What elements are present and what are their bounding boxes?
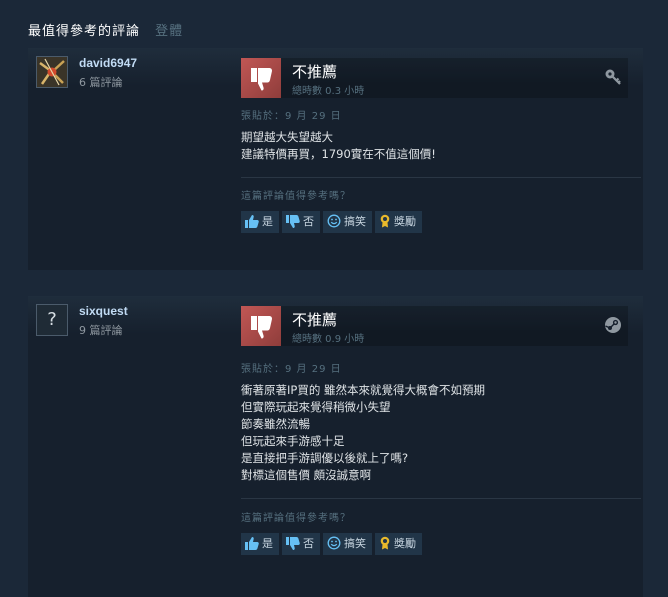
- recommendation-label: 不推薦: [292, 63, 338, 81]
- smiley-icon: [327, 536, 341, 550]
- thumbs-down-icon: [286, 214, 300, 228]
- vote-buttons: 是否搞笑 獎勵: [241, 211, 425, 233]
- playtime-hours: 總時數 0.9 小時: [292, 334, 365, 345]
- review-card: ? sixquest 9 篇評論 不推薦 總時數 0.9 小時 張貼於：9 月 …: [28, 296, 643, 597]
- section-title: 最值得參考的評論: [28, 24, 141, 39]
- username[interactable]: sixquest: [79, 304, 128, 318]
- divider: [241, 177, 641, 178]
- vote-yes-button[interactable]: 是: [241, 211, 279, 233]
- reviews-header: 最值得參考的評論 登體: [28, 20, 183, 39]
- vote-buttons: 是否搞笑 獎勵: [241, 533, 425, 555]
- helpful-prompt: 這篇評論值得參考嗎？: [241, 191, 351, 202]
- review-line: 建議特價再買，1790實在不值這個價!: [241, 147, 436, 161]
- vote-funny-button[interactable]: 搞笑: [323, 533, 372, 555]
- review-line: 衝著原著IP買的 雖然本來就覺得大概會不如預期: [241, 383, 485, 397]
- thumbs-down-icon: [286, 536, 300, 550]
- award-button[interactable]: 獎勵: [375, 533, 422, 555]
- review-line: 節奏雖然流暢: [241, 417, 310, 431]
- username[interactable]: david6947: [79, 56, 137, 70]
- avatar[interactable]: ?: [36, 304, 68, 336]
- vote-header[interactable]: 不推薦 總時數 0.3 小時: [241, 58, 628, 98]
- award-button[interactable]: 獎勵: [375, 211, 422, 233]
- thumbs-down-icon: [241, 306, 281, 346]
- playtime-hours: 總時數 0.3 小時: [292, 86, 365, 97]
- review-card: david6947 6 篇評論 不推薦 總時數 0.3 小時 張貼於：9 月 2…: [28, 48, 643, 270]
- recommendation-label: 不推薦: [292, 311, 338, 329]
- vote-header[interactable]: 不推薦 總時數 0.9 小時: [241, 306, 628, 346]
- review-line: 但實際玩起來覺得稍微小失望: [241, 400, 391, 414]
- review-count[interactable]: 9 篇評論: [79, 322, 123, 338]
- key-icon: [604, 68, 622, 86]
- review-line: 期望越大失望越大: [241, 130, 333, 144]
- review-body: 衝著原著IP買的 雖然本來就覺得大概會不如預期 但實際玩起來覺得稍微小失望 節奏…: [241, 382, 485, 484]
- steam-icon: [604, 316, 622, 334]
- thumbs-up-icon: [245, 536, 259, 550]
- review-count[interactable]: 6 篇評論: [79, 74, 123, 90]
- vote-funny-button[interactable]: 搞笑: [323, 211, 372, 233]
- helpful-prompt: 這篇評論值得參考嗎？: [241, 513, 351, 524]
- thumbs-down-icon: [241, 58, 281, 98]
- review-line: 但玩起來手游感十足: [241, 434, 345, 448]
- vote-no-button[interactable]: 否: [282, 533, 320, 555]
- smiley-icon: [327, 214, 341, 228]
- review-line: 對標這個售價 頗沒誠意啊: [241, 468, 372, 482]
- avatar[interactable]: [36, 56, 68, 88]
- award-icon: [380, 214, 390, 228]
- vote-no-button[interactable]: 否: [282, 211, 320, 233]
- divider: [241, 498, 641, 499]
- posted-date: 張貼於：9 月 29 日: [241, 111, 342, 122]
- review-body: 期望越大失望越大 建議特價再買，1790實在不值這個價!: [241, 129, 436, 163]
- review-line: 是直接把手游調優以後就上了嗎?: [241, 451, 409, 465]
- posted-date: 張貼於：9 月 29 日: [241, 364, 342, 375]
- tab-other[interactable]: 登體: [155, 24, 183, 39]
- award-icon: [380, 536, 390, 550]
- vote-yes-button[interactable]: 是: [241, 533, 279, 555]
- thumbs-up-icon: [245, 214, 259, 228]
